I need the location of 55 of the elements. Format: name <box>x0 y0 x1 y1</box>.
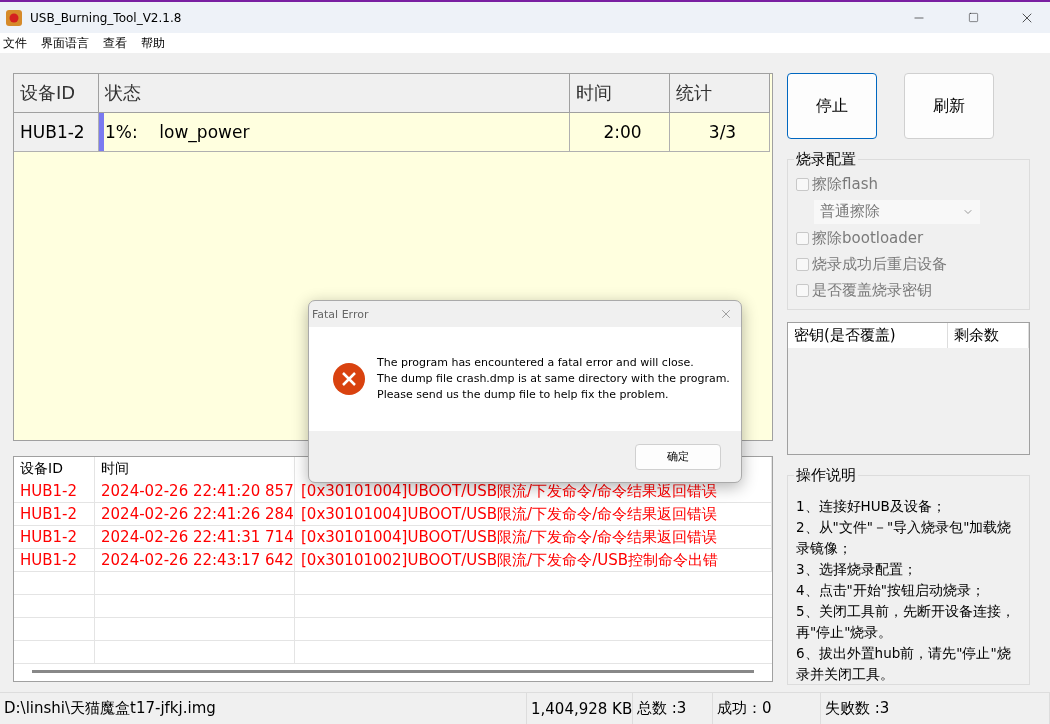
checkbox-label: 烧录成功后重启设备 <box>812 254 947 274</box>
ok-button[interactable]: 确定 <box>635 443 721 470</box>
column-header: 统计 <box>670 74 770 113</box>
table-cell: 2:00 <box>570 113 670 152</box>
column-header: 时间 <box>570 74 670 113</box>
checkbox-label: 擦除flash <box>812 175 878 195</box>
column-header: 状态 <box>99 74 570 113</box>
menu-item[interactable]: 界面语言 <box>41 34 89 52</box>
error-icon <box>333 363 365 395</box>
error-message: The dump file crash.dmp is at same directory with the program. <box>377 371 730 387</box>
checkbox-label: 擦除bootloader <box>812 228 924 248</box>
group-title: 烧录配置 <box>794 150 858 169</box>
table-cell: 2024-02-26 22:43:17 642 <box>95 549 295 572</box>
column-header: 剩余数 <box>948 323 1029 348</box>
table-cell: HUB1-2 <box>14 503 95 526</box>
table-cell: 2024-02-26 22:41:20 857 <box>95 480 295 503</box>
action-button[interactable]: 停止 <box>787 73 877 139</box>
table-cell: HUB1-2 <box>14 480 95 503</box>
status-cell: 1%: low_power <box>99 113 570 152</box>
menu-item[interactable]: 文件 <box>3 34 27 52</box>
menu-item[interactable]: 帮助 <box>141 34 165 52</box>
table-cell: 3/3 <box>670 113 770 152</box>
instruction-line: 3、选择烧录配置； <box>796 560 918 579</box>
instruction-line: 6、拔出外置hub前，请先"停止"烧录并关闭工具。 <box>796 644 1012 684</box>
close-icon[interactable] <box>719 307 733 321</box>
error-message: Please send us the dump file to help fix the problem. <box>377 387 670 403</box>
group-title: 操作说明 <box>794 466 858 485</box>
table-cell: [0x30101002]UBOOT/USB限流/下发命令/USB控制命令出错 <box>295 549 772 572</box>
instruction-line: 2、从"文件"－"导入烧录包"加载烧录镜像； <box>796 518 1013 558</box>
status-field: 总数 :3 <box>633 693 713 724</box>
action-button[interactable]: 刷新 <box>904 73 994 139</box>
table-cell: HUB1-2 <box>14 113 99 152</box>
menu-item[interactable]: 查看 <box>103 34 127 52</box>
app-icon <box>6 9 22 26</box>
table-cell: 2024-02-26 22:41:31 714 <box>95 526 295 549</box>
error-message: The program has encountered a fatal error and will close. <box>377 355 695 371</box>
status-field: 成功：0 <box>713 693 821 724</box>
status-field: 失败数 :3 <box>821 693 1050 724</box>
instruction-line: 5、关闭工具前，先断开设备连接，再"停止"烧录。 <box>796 602 1016 642</box>
instruction-line: 4、点击"开始"按钮启动烧录； <box>796 581 986 600</box>
table-cell: [0x30101004]UBOOT/USB限流/下发命令/命令结果返回错误 <box>295 526 772 549</box>
column-header: 设备ID <box>14 74 99 113</box>
table-cell: HUB1-2 <box>14 549 95 572</box>
column-header: 时间 <box>95 457 295 480</box>
column-header: 密钥(是否覆盖) <box>788 323 948 348</box>
column-header: 设备ID <box>14 457 95 480</box>
dialog-title: Fatal Error <box>312 307 369 321</box>
instruction-line: 1、连接好HUB及设备； <box>796 497 947 516</box>
status-field: 1,404,928 KB <box>527 693 633 724</box>
table-cell: 2024-02-26 22:41:26 284 <box>95 503 295 526</box>
window-title: USB_Burning_Tool_V2.1.8 <box>30 10 183 25</box>
table-cell: [0x30101004]UBOOT/USB限流/下发命令/命令结果返回错误 <box>295 503 772 526</box>
status-field: D:\linshi\天猫魔盒t17-jfkj.img <box>0 693 527 724</box>
checkbox-label: 是否覆盖烧录密钥 <box>812 280 932 300</box>
table-cell: HUB1-2 <box>14 526 95 549</box>
